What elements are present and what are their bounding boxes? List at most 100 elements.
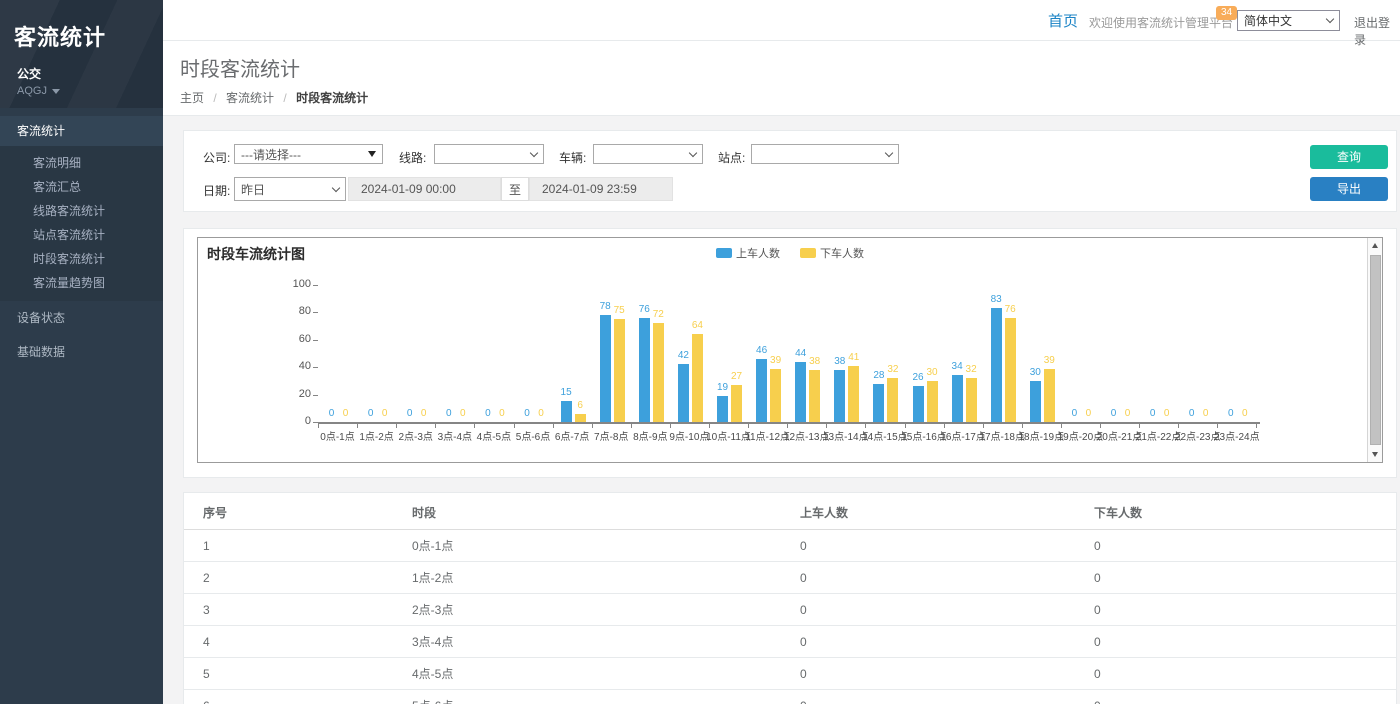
export-button[interactable]: 导出 [1310,177,1388,201]
bar-boarding [991,308,1002,422]
sidebar-subitem[interactable]: 客流量趋势图 [0,271,163,295]
sidebar-subitem[interactable]: 时段客流统计 [0,247,163,271]
app-brand: 客流统计 [0,0,163,52]
table-cell: 0 [1094,626,1396,658]
scrollbar-thumb[interactable] [1370,255,1381,445]
home-link[interactable]: 首页 [1048,10,1078,31]
brand-area: 客流统计 公交 AQGJ [0,0,163,108]
station-select[interactable] [751,144,899,164]
bar-label-alighting: 0 [450,408,475,419]
chart-legend: 上车人数 下车人数 [198,245,1382,261]
table-cell: 4 [184,626,412,658]
start-datetime-input[interactable]: 2024-01-09 00:00 [348,177,501,201]
y-tick-mark [313,285,318,286]
bar-alighting [887,378,898,422]
table-cell: 2点-3点 [412,594,800,626]
table-cell: 0 [1094,562,1396,594]
table-cell: 5 [184,658,412,690]
vehicle-label: 车辆: [559,149,586,166]
bar-alighting [692,334,703,422]
notification-badge: 34 [1216,6,1237,20]
sidebar-subitem[interactable]: 线路客流统计 [0,199,163,223]
breadcrumb-current: 时段客流统计 [296,91,368,105]
table-row: 65点-6点00 [184,690,1396,704]
scroll-down-icon[interactable] [1368,447,1382,462]
end-datetime-input[interactable]: 2024-01-09 23:59 [529,177,673,201]
bar-alighting [848,366,859,422]
bar-label-alighting: 41 [841,352,866,363]
bar-label-alighting: 0 [333,408,358,419]
breadcrumb: 主页 / 客流统计 / 时段客流统计 [180,89,1400,106]
date-preset-select[interactable]: 昨日 [234,177,346,201]
x-category-label: 23点-24点 [1199,428,1274,443]
table-cell: 0 [800,690,1094,704]
sidebar-item-passenger-stats[interactable]: 客流统计 [0,116,163,146]
table-cell: 0 [1094,658,1396,690]
y-tick-label: 0 [277,415,311,427]
bar-label-alighting: 76 [998,304,1023,315]
line-label: 线路: [399,149,426,166]
language-select[interactable]: 简体中文 [1237,10,1340,31]
bar-alighting [809,370,820,422]
chevron-down-icon [530,148,538,156]
bar-label-alighting: 0 [1154,408,1179,419]
sidebar-subitem[interactable]: 客流明细 [0,151,163,175]
org-code-dropdown[interactable]: AQGJ [0,82,163,97]
bar-label-alighting: 6 [568,400,593,411]
legend-item[interactable]: 上车人数 [716,245,780,261]
table-cell: 0 [800,530,1094,562]
table-cell: 0 [1094,530,1396,562]
legend-item[interactable]: 下车人数 [800,245,864,261]
bar-label-alighting: 72 [646,309,671,320]
bar-boarding [952,375,963,422]
sidebar-subitem[interactable]: 站点客流统计 [0,223,163,247]
table-cell: 0 [800,626,1094,658]
scroll-up-icon[interactable] [1368,238,1382,253]
table-column-header: 序号 [184,495,412,530]
table-cell: 1 [184,530,412,562]
vehicle-select[interactable] [593,144,703,164]
line-select[interactable] [434,144,544,164]
bar-label-alighting: 0 [1232,408,1257,419]
legend-label: 下车人数 [820,245,864,261]
sidebar-subitem[interactable]: 客流汇总 [0,175,163,199]
company-select[interactable]: ---请选择--- [234,144,383,164]
bar-boarding [795,362,806,422]
bar-label-alighting: 75 [607,305,632,316]
bar-alighting [575,414,586,422]
table-cell: 3点-4点 [412,626,800,658]
y-tick-label: 40 [277,360,311,372]
y-tick-label: 20 [277,388,311,400]
chevron-down-icon [1326,15,1334,23]
bar-label-alighting: 64 [685,320,710,331]
table-row: 10点-1点00 [184,530,1396,562]
bar-label-alighting: 38 [802,356,827,367]
y-tick-mark [313,422,318,423]
y-tick-mark [313,312,318,313]
breadcrumb-separator: / [283,91,286,105]
table-panel: 序号时段上车人数下车人数 10点-1点0021点-2点0032点-3点0043点… [183,492,1397,704]
bar-alighting [1005,318,1016,422]
topbar: 首页 欢迎使用客流统计管理平台 34 简体中文 退出登录 [163,0,1400,41]
sidebar-item-base-data[interactable]: 基础数据 [0,335,163,369]
table-cell: 0 [1094,594,1396,626]
logout-link[interactable]: 退出登录 [1354,14,1400,48]
sidebar-item-device-status[interactable]: 设备状态 [0,301,163,335]
company-label: 公司: [203,149,230,166]
legend-swatch-icon [800,248,816,258]
breadcrumb-separator: / [213,91,216,105]
bar-boarding [1030,381,1041,422]
date-label: 日期: [203,182,230,199]
page-title: 时段客流统计 [180,41,1400,82]
breadcrumb-home[interactable]: 主页 [180,91,204,105]
chart-scrollbar[interactable] [1367,238,1382,462]
y-tick-label: 100 [277,278,311,290]
bar-label-alighting: 0 [372,408,397,419]
breadcrumb-passenger-stats[interactable]: 客流统计 [226,91,274,105]
table-cell: 0 [800,562,1094,594]
sidebar-menu: 客流统计 客流明细客流汇总线路客流统计站点客流统计时段客流统计客流量趋势图 设备… [0,116,163,369]
query-button[interactable]: 查询 [1310,145,1388,169]
chevron-down-icon [332,183,340,191]
bar-alighting [731,385,742,422]
date-preset-value: 昨日 [241,181,265,198]
